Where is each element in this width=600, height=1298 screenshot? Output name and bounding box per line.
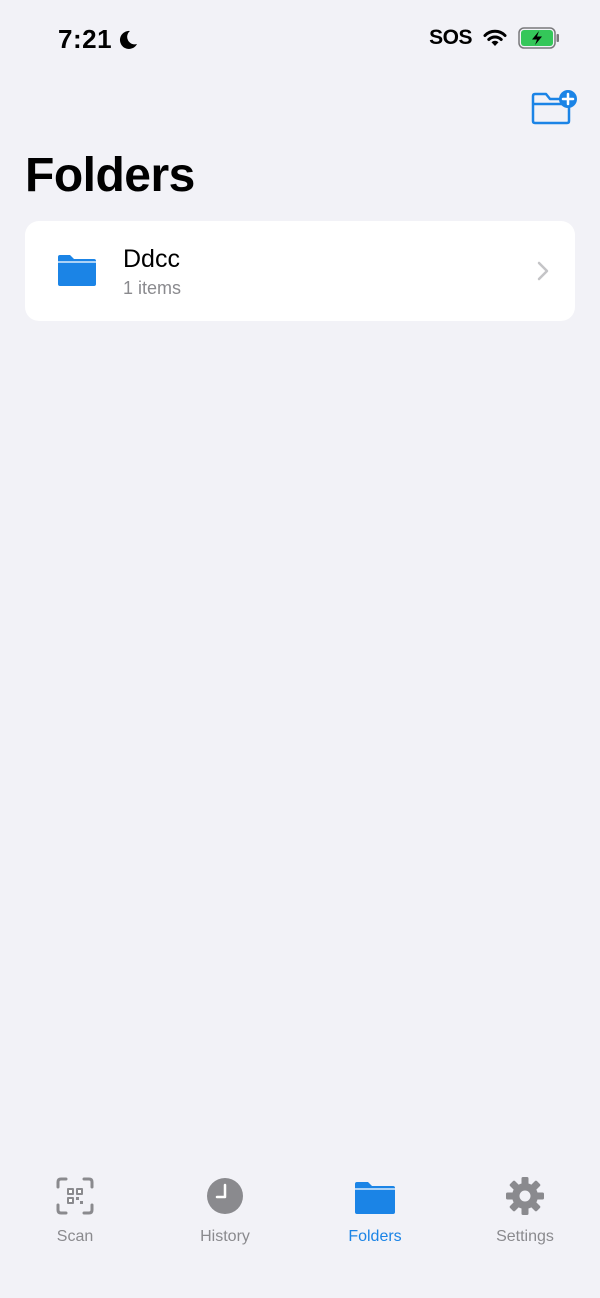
moon-icon bbox=[120, 30, 138, 49]
status-time-group: 7:21 bbox=[58, 24, 138, 55]
wifi-icon bbox=[483, 29, 507, 46]
folder-icon bbox=[355, 1182, 395, 1214]
battery-charging-icon bbox=[518, 27, 559, 49]
folder-icon bbox=[58, 255, 96, 286]
gear-icon bbox=[506, 1177, 544, 1215]
tab-folders[interactable]: Folders bbox=[300, 1176, 450, 1256]
chevron-right-icon bbox=[537, 261, 549, 281]
tab-label-settings: Settings bbox=[496, 1228, 554, 1245]
folder-name: Ddcc bbox=[123, 245, 180, 273]
tab-label-folders: Folders bbox=[348, 1228, 402, 1245]
status-indicators: SOS bbox=[429, 26, 560, 50]
folder-list-item[interactable]: Ddcc 1 items bbox=[25, 221, 575, 321]
new-folder-button[interactable] bbox=[530, 88, 580, 128]
tab-scan[interactable]: Scan bbox=[0, 1176, 150, 1256]
folder-item-count: 1 items bbox=[123, 278, 182, 298]
new-folder-icon bbox=[531, 90, 577, 125]
clock-icon bbox=[207, 1178, 243, 1214]
tab-bar: Scan History Folders Settings bbox=[0, 1168, 600, 1298]
qr-scan-icon bbox=[56, 1177, 94, 1215]
status-bar: 7:21 SOS bbox=[0, 0, 600, 80]
status-time: 7:21 bbox=[58, 24, 113, 54]
tab-settings[interactable]: Settings bbox=[450, 1176, 600, 1256]
tab-history[interactable]: History bbox=[150, 1176, 300, 1256]
sos-label: SOS bbox=[429, 26, 472, 49]
tab-label-history: History bbox=[200, 1228, 250, 1245]
page-title: Folders bbox=[25, 149, 195, 202]
tab-label-scan: Scan bbox=[56, 1228, 94, 1245]
